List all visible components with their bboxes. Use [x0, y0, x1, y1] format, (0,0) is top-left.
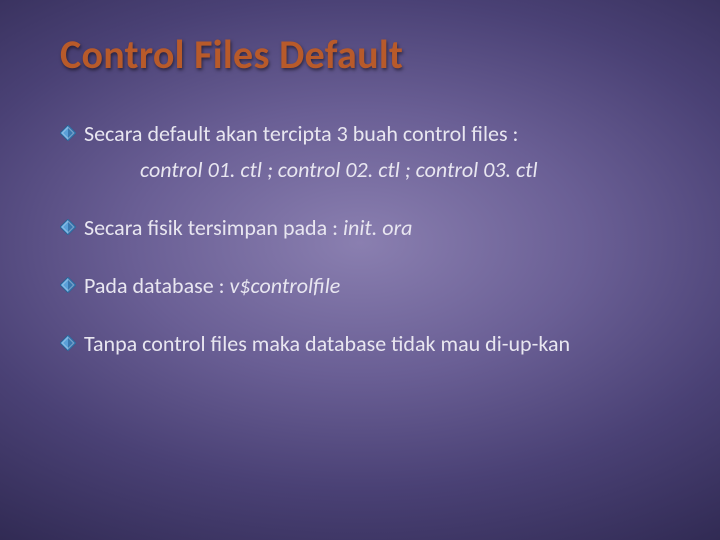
bullet-2-em: init. ora	[343, 214, 412, 241]
bullet-2-text: Secara fisik tersimpan pada : init. ora	[84, 213, 665, 243]
bullet-1: Secara default akan tercipta 3 buah cont…	[60, 119, 665, 149]
bullet-3: Pada database : v$controlfile	[60, 271, 665, 301]
slide-title: Control Files Default	[60, 30, 665, 79]
bullet-1-text: Secara default akan tercipta 3 buah cont…	[84, 119, 665, 149]
bullet-3-text: Pada database : v$controlfile	[84, 271, 665, 301]
bullet-4: Tanpa control files maka database tidak …	[60, 329, 665, 359]
spacer	[60, 249, 665, 271]
diamond-icon	[60, 335, 76, 351]
diamond-icon	[60, 125, 76, 141]
diamond-icon	[60, 219, 76, 235]
bullet-1-sub: control 01. ctl ; control 02. ctl ; cont…	[140, 155, 665, 186]
bullet-4-text: Tanpa control files maka database tidak …	[84, 329, 665, 359]
spacer	[60, 307, 665, 329]
spacer	[60, 191, 665, 213]
bullet-2-pre: Secara fisik tersimpan pada :	[84, 214, 343, 241]
bullet-3-em: v$controlfile	[230, 272, 341, 299]
diamond-icon	[60, 277, 76, 293]
slide: Control Files Default Secara default aka…	[0, 0, 720, 540]
bullet-2: Secara fisik tersimpan pada : init. ora	[60, 213, 665, 243]
bullet-3-pre: Pada database :	[84, 272, 230, 299]
